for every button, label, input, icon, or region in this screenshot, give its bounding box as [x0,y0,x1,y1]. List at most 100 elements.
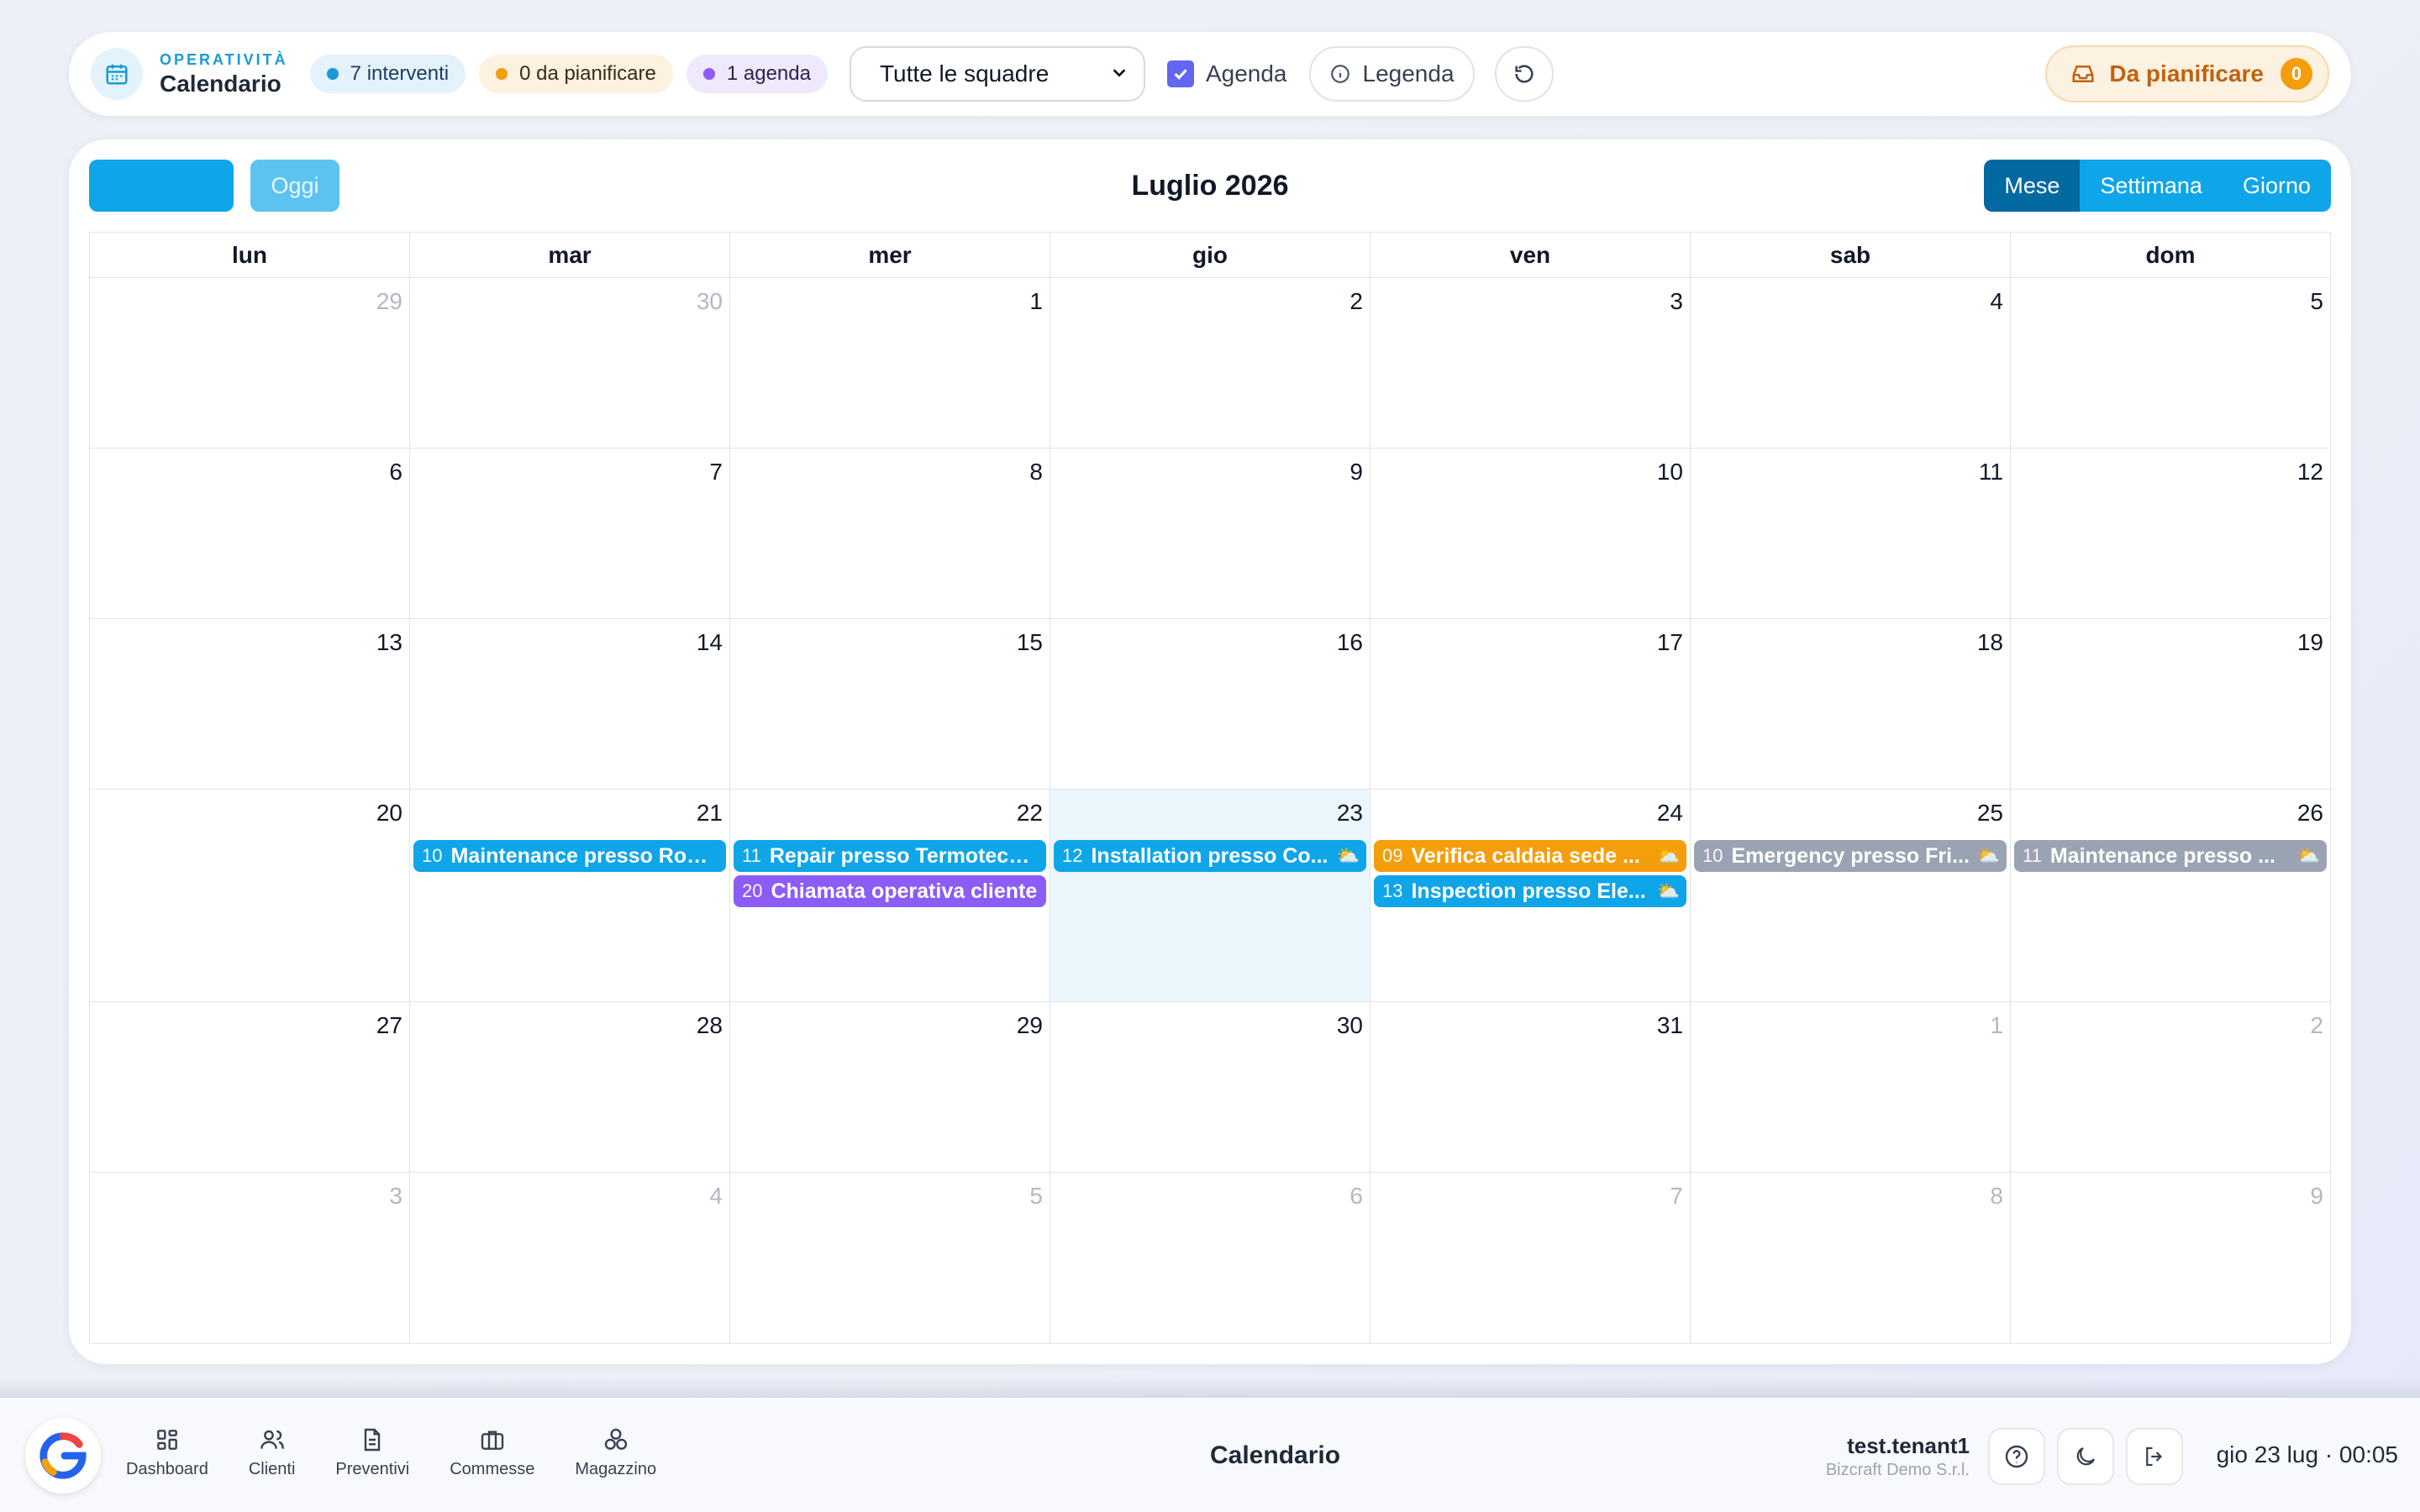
weather-icon: ⛅ [1336,845,1360,866]
calendar-event[interactable]: 20 Chiamata operativa cliente [734,875,1046,907]
calendar-day[interactable]: 9 [1050,449,1370,618]
calendar-day[interactable]: 30 [1050,1002,1370,1172]
calendar-day[interactable]: 7 [1370,1173,1691,1343]
agenda-checkbox[interactable] [1166,60,1194,87]
prev-next-buttons[interactable] [89,160,234,212]
calendar-event[interactable]: 11 Maintenance presso ... ⛅ [2014,840,2327,872]
help-button[interactable] [1988,1428,2045,1485]
calendar-event[interactable]: 11 Repair presso Termotecnica [734,840,1046,872]
calendar-day[interactable]: 10 [1370,449,1691,618]
nav-orders[interactable]: Commesse [450,1423,534,1479]
calendar-day[interactable]: 31 [1370,1002,1691,1172]
day-number: 1 [1990,1012,2003,1038]
calendar-day[interactable]: 29 [730,1002,1050,1172]
view-switcher: Mese Settimana Giorno [1984,160,2331,212]
today-button[interactable]: Oggi [250,160,339,212]
calendar-day[interactable]: 26 11 Maintenance presso ... ⛅ [2011,790,2330,1001]
calendar-card: Oggi Luglio 2026 Mese Settimana Giorno l… [69,139,2351,1364]
calendar-week: 6 7 8 9 10 11 12 [90,449,2330,619]
weather-icon: ⛅ [1656,880,1680,901]
theme-toggle-button[interactable] [2057,1428,2114,1485]
calendar-day[interactable]: 3 [90,1173,410,1343]
day-number: 12 [2296,459,2323,485]
to-schedule-button[interactable]: Da pianificare 0 [2045,45,2329,102]
day-number: 6 [389,459,402,485]
calendar-day[interactable]: 5 [2011,278,2330,448]
calendar-day[interactable]: 3 [1370,278,1691,448]
calendar-event[interactable]: 13 Inspection presso Ele... ⛅ [1374,875,1686,907]
nav-clients[interactable]: Clienti [249,1423,295,1479]
day-number: 14 [696,629,723,655]
calendar-event[interactable]: 10 Maintenance presso Rossi Group [413,840,726,872]
team-select[interactable]: Tutte le squadre [849,46,1145,102]
event-time: 11 [2023,845,2042,866]
bottom-bar: Dashboard Clienti Preventivi Commesse Ma… [0,1398,2420,1512]
calendar-day[interactable]: 6 [1050,1173,1370,1343]
weekday-header: mer [730,233,1050,277]
calendar-day[interactable]: 7 [410,449,730,618]
calendar-day[interactable]: 2 [1050,278,1370,448]
calendar-day[interactable]: 19 [2011,619,2330,789]
calendar-day-today[interactable]: 23 12 Installation presso Co... ⛅ [1050,790,1370,1001]
day-number: 28 [696,1012,723,1038]
calendar-day[interactable]: 21 10 Maintenance presso Rossi Group [410,790,730,1001]
calendar-day[interactable]: 1 [1691,1002,2011,1172]
chevron-down-icon [1110,60,1128,87]
calendar-event[interactable]: 10 Emergency presso Fri... ⛅ [1694,840,2007,872]
page-heading: OPERATIVITÀ Calendario [160,51,288,97]
calendar-event[interactable]: 12 Installation presso Co... ⛅ [1054,840,1366,872]
status-dot [702,68,715,80]
calendar-week: 3 4 5 6 7 8 9 [90,1173,2330,1343]
calendar-day[interactable]: 12 [2011,449,2330,618]
nav-dashboard[interactable]: Dashboard [126,1423,208,1479]
day-events: 12 Installation presso Co... ⛅ [1054,840,1366,875]
calendar-day[interactable]: 27 [90,1002,410,1172]
calendar-day[interactable]: 16 [1050,619,1370,789]
calendar-day[interactable]: 4 [1691,278,2011,448]
view-week-button[interactable]: Settimana [2080,160,2223,212]
nav-warehouse[interactable]: Magazzino [575,1423,656,1479]
event-time: 11 [742,845,761,866]
logout-button[interactable] [2126,1428,2183,1485]
event-time: 10 [422,845,443,866]
weather-icon: ⛅ [2296,845,2320,866]
calendar-week: 20 21 10 Maintenance presso Rossi Group 22 11… [90,790,2330,1002]
nav-quotes[interactable]: Preventivi [335,1423,409,1479]
calendar-day[interactable]: 28 [410,1002,730,1172]
calendar-day[interactable]: 4 [410,1173,730,1343]
calendar-event[interactable]: 09 Verifica caldaia sede ... ⛅ [1374,840,1686,872]
calendar-day[interactable]: 15 [730,619,1050,789]
weekday-header: ven [1370,233,1691,277]
calendar-day[interactable]: 29 [90,278,410,448]
moon-icon [2076,1446,2096,1466]
calendar-day[interactable]: 14 [410,619,730,789]
agenda-toggle[interactable]: Agenda [1166,60,1287,87]
calendar-day[interactable]: 25 10 Emergency presso Fri... ⛅ [1691,790,2011,1001]
user-name: test.tenant1 [1847,1433,1970,1458]
view-day-button[interactable]: Giorno [2222,160,2331,212]
document-icon [359,1423,386,1457]
calendar-day[interactable]: 8 [1691,1173,2011,1343]
calendar-day[interactable]: 11 [1691,449,2011,618]
day-number: 7 [709,459,723,485]
calendar-day[interactable]: 1 [730,278,1050,448]
refresh-button[interactable] [1494,46,1554,102]
calendar-day[interactable]: 5 [730,1173,1050,1343]
day-number: 10 [1656,459,1683,485]
calendar-day[interactable]: 9 [2011,1173,2330,1343]
calendar-day[interactable]: 22 11 Repair presso Termotecnica 20 Chiamata… [730,790,1050,1001]
view-month-button[interactable]: Mese [1984,160,2081,212]
calendar-day[interactable]: 6 [90,449,410,618]
top-toolbar: OPERATIVITÀ Calendario 7 interventi 0 da… [69,32,2351,116]
legend-button[interactable]: Legenda [1308,46,1475,102]
day-number: 7 [1670,1183,1683,1209]
calendar-day[interactable]: 13 [90,619,410,789]
calendar-day[interactable]: 20 [90,790,410,1001]
calendar-day[interactable]: 24 09 Verifica caldaia sede ... ⛅ 13 Inspecti… [1370,790,1691,1001]
calendar-day[interactable]: 17 [1370,619,1691,789]
calendar-day[interactable]: 18 [1691,619,2011,789]
calendar-day[interactable]: 8 [730,449,1050,618]
calendar-day[interactable]: 30 [410,278,730,448]
calendar-day[interactable]: 2 [2011,1002,2330,1172]
app-logo[interactable] [25,1418,101,1494]
